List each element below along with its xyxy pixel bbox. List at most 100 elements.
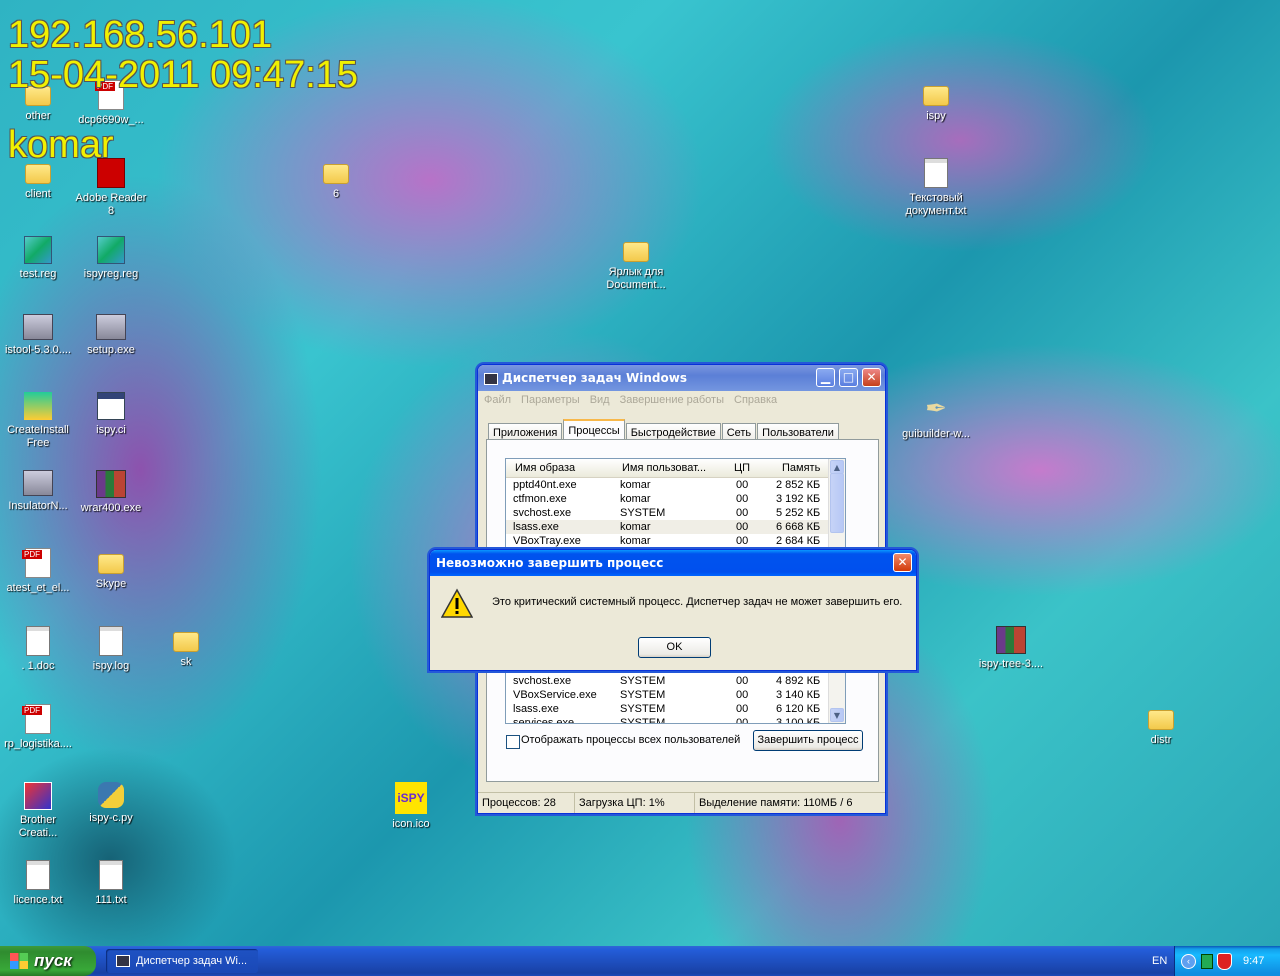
close-button[interactable]: ✕ xyxy=(862,368,881,387)
task-manager-titlebar[interactable]: Диспетчер задач Windows ▁ □ ✕ xyxy=(478,365,885,391)
folder-icon xyxy=(923,86,949,106)
close-icon: ✕ xyxy=(897,555,908,569)
desktop-icon-adobe-reader[interactable]: Adobe Reader 8 xyxy=(73,158,149,218)
scroll-up-button[interactable]: ▲ xyxy=(830,460,844,474)
desktop-icon-ispy-ci[interactable]: ispy.ci xyxy=(73,392,149,437)
text-file-icon xyxy=(99,860,123,890)
desktop-icon-guibuilder[interactable]: ✒ guibuilder-w... xyxy=(898,392,974,441)
process-user-name: SYSTEM xyxy=(620,507,666,519)
column-user-name[interactable]: Имя пользоват... xyxy=(622,459,706,477)
shield-icon[interactable] xyxy=(1217,953,1232,970)
table-row[interactable]: pptd40nt.exe komar 00 2 852 КБ xyxy=(506,478,845,492)
desktop-icon-111-txt[interactable]: 111.txt xyxy=(73,860,149,907)
desktop-icon-ispy-c-py[interactable]: ispy-c.py xyxy=(73,782,149,825)
desktop-icon-setup-exe[interactable]: setup.exe xyxy=(73,314,149,357)
table-row[interactable]: VBoxService.exe SYSTEM 00 3 140 КБ xyxy=(506,688,845,702)
process-user-name: komar xyxy=(620,493,651,505)
show-all-processes-checkbox[interactable] xyxy=(506,735,520,749)
process-memory: 6 120 КБ xyxy=(776,703,821,715)
desktop-icon-skype[interactable]: Skype xyxy=(73,548,149,591)
menu-shutdown[interactable]: Завершение работы xyxy=(620,394,724,406)
end-process-button[interactable]: Завершить процесс xyxy=(753,730,863,751)
menu-help[interactable]: Справка xyxy=(734,394,777,406)
table-row[interactable]: svchost.exe SYSTEM 00 5 252 КБ xyxy=(506,506,845,520)
desktop-icon-rp-logistika[interactable]: rp_logistika.... xyxy=(0,704,76,751)
table-row[interactable]: VBoxTray.exe komar 00 2 684 КБ xyxy=(506,534,845,548)
desktop-icon-label: CreateInstall Free xyxy=(7,424,69,449)
start-button[interactable]: пуск xyxy=(0,946,96,976)
createinstall-icon xyxy=(24,392,52,420)
chevron-down-icon: ▼ xyxy=(833,711,841,720)
desktop-icon-test-reg[interactable]: test.reg xyxy=(0,236,76,281)
desktop-icon-label: wrar400.exe xyxy=(80,502,142,514)
desktop-icon-document-shortcut[interactable]: Ярлык для Document... xyxy=(598,236,674,292)
desktop-icon-brother[interactable]: Brother Creati... xyxy=(0,782,76,840)
process-memory: 4 892 КБ xyxy=(776,675,821,687)
folder-icon xyxy=(25,164,51,184)
process-memory: 3 140 КБ xyxy=(776,689,821,701)
process-user-name: SYSTEM xyxy=(620,703,666,715)
network-icon[interactable] xyxy=(1201,954,1213,969)
desktop-icon-licence-txt[interactable]: licence.txt xyxy=(0,860,76,907)
table-row[interactable]: services.exe SYSTEM 00 3 100 КБ xyxy=(506,716,845,724)
desktop-icon-ispyreg-reg[interactable]: ispyreg.reg xyxy=(73,236,149,281)
desktop-icon-ispy[interactable]: ispy xyxy=(898,80,974,123)
column-cpu[interactable]: ЦП xyxy=(734,459,750,477)
desktop-icon-ispy-tree[interactable]: ispy-tree-3.... xyxy=(973,626,1049,671)
minimize-button[interactable]: ▁ xyxy=(816,368,835,387)
clock[interactable]: 9:47 xyxy=(1243,946,1264,976)
ok-button[interactable]: OK xyxy=(638,637,711,658)
menu-options[interactable]: Параметры xyxy=(521,394,580,406)
process-list-header: Имя образа Имя пользоват... ЦП Память xyxy=(506,459,845,478)
taskbar: пуск Диспетчер задач Wi... EN ‹ 9:47 xyxy=(0,946,1280,976)
desktop-icon-label: . 1.doc xyxy=(21,660,55,672)
table-row[interactable]: lsass.exe SYSTEM 00 6 120 КБ xyxy=(506,702,845,716)
desktop-icon-1-doc[interactable]: . 1.doc xyxy=(0,626,76,673)
chevron-left-icon: ‹ xyxy=(1187,956,1190,966)
column-image-name[interactable]: Имя образа xyxy=(515,459,575,477)
overlay-datetime: 15-04-2011 09:47:15 xyxy=(8,54,359,96)
desktop-icon-ispy-log[interactable]: ispy.log xyxy=(73,626,149,673)
desktop-icon-6[interactable]: 6 xyxy=(298,158,374,201)
process-cpu: 00 xyxy=(736,521,749,533)
error-dialog-titlebar[interactable]: Невозможно завершить процесс ✕ xyxy=(430,550,916,576)
folder-icon xyxy=(1148,710,1174,730)
table-row[interactable]: ctfmon.exe komar 00 3 192 КБ xyxy=(506,492,845,506)
maximize-button[interactable]: □ xyxy=(839,368,858,387)
winrar-icon xyxy=(96,470,126,498)
task-manager-title: Диспетчер задач Windows xyxy=(502,371,687,385)
menu-view[interactable]: Вид xyxy=(590,394,610,406)
desktop-icon-label: test.reg xyxy=(19,268,57,280)
desktop-icon-text-document[interactable]: Текстовый документ.txt xyxy=(898,158,974,218)
desktop-icon-istool[interactable]: istool-5.3.0.... xyxy=(0,314,76,357)
process-cpu: 00 xyxy=(736,703,749,715)
desktop-icon-label: ispy.ci xyxy=(96,424,126,436)
desktop-icon-distr[interactable]: distr xyxy=(1123,704,1199,747)
process-user-name: SYSTEM xyxy=(620,689,666,701)
folder-shortcut-icon xyxy=(623,242,649,262)
column-memory[interactable]: Память xyxy=(782,459,820,477)
taskbar-item-task-manager[interactable]: Диспетчер задач Wi... xyxy=(106,949,258,973)
process-cpu: 00 xyxy=(736,675,749,687)
task-manager-app-icon xyxy=(484,372,498,385)
scroll-down-button[interactable]: ▼ xyxy=(830,708,844,722)
table-row[interactable]: lsass.exe komar 00 6 668 КБ xyxy=(506,520,845,534)
process-cpu: 00 xyxy=(736,535,749,547)
desktop-icon-icon-ico[interactable]: iSPY icon.ico xyxy=(373,782,449,831)
desktop-icon-label: 6 xyxy=(332,188,340,200)
dialog-close-button[interactable]: ✕ xyxy=(893,553,912,572)
show-hidden-icons-button[interactable]: ‹ xyxy=(1181,954,1196,969)
desktop-icon-wrar400[interactable]: wrar400.exe xyxy=(73,470,149,515)
table-row[interactable]: svchost.exe SYSTEM 00 4 892 КБ xyxy=(506,674,845,688)
desktop-icon-label: setup.exe xyxy=(87,344,135,356)
desktop-icon-label: Ярлык для Document... xyxy=(606,266,666,291)
process-memory: 3 100 КБ xyxy=(776,717,821,724)
desktop-icon-insulator[interactable]: InsulatorN... xyxy=(0,470,76,513)
desktop-icon-atest[interactable]: atest_et_el... xyxy=(0,548,76,595)
desktop-icon-sk[interactable]: sk xyxy=(148,626,224,669)
desktop-icon-label: ispy xyxy=(926,110,946,122)
desktop-icon-createinstall[interactable]: CreateInstall Free xyxy=(0,392,76,450)
scroll-thumb[interactable] xyxy=(830,473,844,533)
language-indicator[interactable]: EN xyxy=(1152,946,1167,976)
menu-file[interactable]: Файл xyxy=(484,394,511,406)
